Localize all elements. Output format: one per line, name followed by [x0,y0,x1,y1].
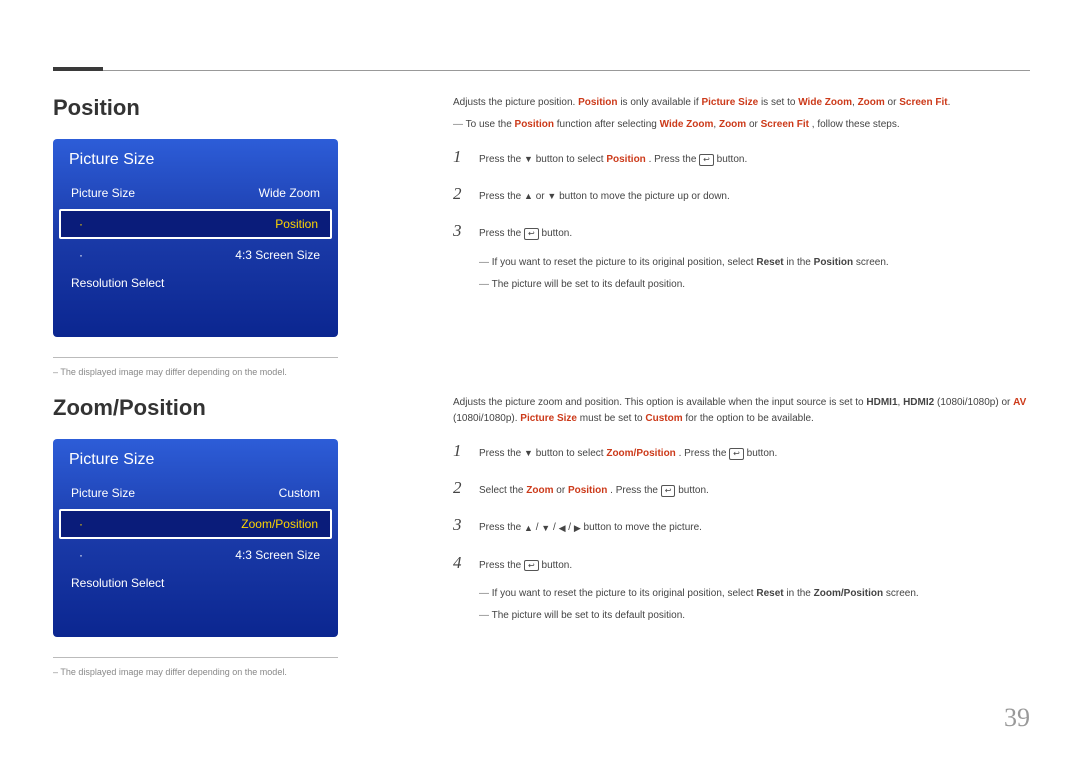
enter-icon [524,560,539,572]
note-2: The picture will be set to its default p… [479,608,1043,624]
down-icon [524,446,533,460]
step-2: 2 Press the or button to move the pictur… [453,180,1043,207]
label: Position [275,217,318,231]
enter-icon [661,485,676,497]
step-text: Select the Zoom or Position . Press the … [479,483,709,499]
down-icon [541,521,550,535]
enter-icon [524,228,539,240]
step-3: 3 Press the / / / button to move the pic… [453,511,1043,538]
step-1: 1 Press the button to select Zoom/Positi… [453,437,1043,464]
disclaimer-line: The displayed image may differ depending… [53,357,338,378]
step-text: Press the or button to move the picture … [479,189,730,205]
top-divider [53,70,1030,71]
menu-item-43-screen-size[interactable]: 4:3 Screen Size [53,541,338,569]
menu-item-resolution-select[interactable]: Resolution Select [53,269,338,297]
label: 4:3 Screen Size [235,248,320,262]
page-number: 39 [1004,703,1030,733]
down-icon [524,152,533,166]
section-position: Position Picture Size Picture Size Wide … [53,95,1033,378]
menu-panel-position: Picture Size Picture Size Wide Zoom Posi… [53,139,338,337]
step-num: 4 [453,549,465,576]
step-num: 3 [453,217,465,244]
step-num: 2 [453,474,465,501]
label: 4:3 Screen Size [235,548,320,562]
value: Wide Zoom [259,186,320,200]
step-text: Press the / / / button to move the pictu… [479,520,702,536]
disclaimer-text: The displayed image may differ depending… [53,667,287,677]
step-text: Press the button to select Zoom/Position… [479,446,777,462]
value: Custom [279,486,320,500]
enter-icon [729,448,744,460]
menu-header: Picture Size [53,139,338,179]
intro: Adjusts the picture zoom and position. T… [453,395,1043,427]
enter-icon [699,154,714,166]
step-1: 1 Press the button to select Position . … [453,143,1043,170]
right-icon [574,521,581,535]
menu-panel-zoom-position: Picture Size Picture Size Custom Zoom/Po… [53,439,338,637]
step-text: Press the button to select Position . Pr… [479,152,747,168]
label: Resolution Select [71,276,164,290]
menu-header: Picture Size [53,439,338,479]
step-num: 3 [453,511,465,538]
disclaimer-text: The displayed image may differ depending… [53,367,287,377]
step-4: 4 Press the button. [453,549,1043,576]
menu-item-picture-size[interactable]: Picture Size Wide Zoom [53,179,338,207]
section-zoom-position: Zoom/Position Picture Size Picture Size … [53,395,1033,678]
step-text: Press the button. [479,558,572,574]
menu-item-zoom-position[interactable]: Zoom/Position [59,509,332,539]
intro: Adjusts the picture position. Position i… [453,95,1043,111]
menu-item-43-screen-size[interactable]: 4:3 Screen Size [53,241,338,269]
subline: To use the Position function after selec… [453,117,1043,133]
step-3: 3 Press the button. [453,217,1043,244]
right-column: Adjusts the picture position. Position i… [453,95,1043,299]
disclaimer-line: The displayed image may differ depending… [53,657,338,678]
note-1: If you want to reset the picture to its … [479,255,1043,271]
up-icon [524,189,533,203]
left-icon [559,521,566,535]
down-icon [547,189,556,203]
up-icon [524,521,533,535]
menu-item-picture-size[interactable]: Picture Size Custom [53,479,338,507]
label: Picture Size [71,486,135,500]
menu-item-position[interactable]: Position [59,209,332,239]
label: Resolution Select [71,576,164,590]
step-num: 1 [453,437,465,464]
step-text: Press the button. [479,226,572,242]
note-2: The picture will be set to its default p… [479,277,1043,293]
top-divider-tab [53,67,103,71]
step-num: 2 [453,180,465,207]
note-1: If you want to reset the picture to its … [479,586,1043,602]
label: Picture Size [71,186,135,200]
label: Zoom/Position [241,517,318,531]
step-num: 1 [453,143,465,170]
menu-item-resolution-select[interactable]: Resolution Select [53,569,338,597]
step-2: 2 Select the Zoom or Position . Press th… [453,474,1043,501]
right-column: Adjusts the picture zoom and position. T… [453,395,1043,630]
